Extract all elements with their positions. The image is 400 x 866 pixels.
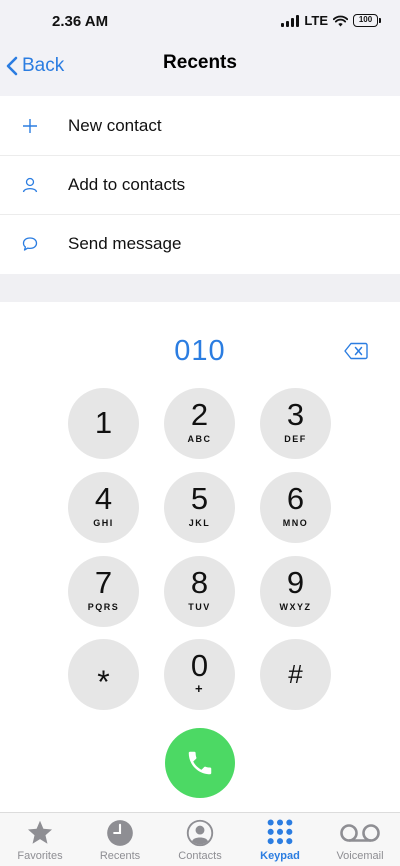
key-digit: *	[97, 664, 110, 700]
key-letters: MNO	[282, 518, 309, 528]
key-3[interactable]: 3 DEF	[260, 388, 331, 459]
key-4[interactable]: 4 GHI	[68, 472, 139, 543]
key-digit: 8	[190, 565, 209, 600]
key-star[interactable]: *	[68, 639, 139, 710]
key-digit: 3	[286, 397, 305, 432]
key-0[interactable]: 0 +	[164, 639, 235, 710]
new-contact-button[interactable]: New contact	[0, 96, 400, 155]
send-message-button[interactable]: Send message	[0, 214, 400, 273]
key-digit: 2	[190, 397, 209, 432]
page-title: Recents	[163, 52, 237, 73]
tab-keypad[interactable]: Keypad	[240, 813, 320, 866]
key-letters: JKL	[188, 518, 211, 528]
tab-label: Voicemail	[336, 850, 384, 862]
status-indicators: LTE 100	[281, 13, 381, 28]
battery-icon: 100	[353, 14, 381, 27]
key-hash[interactable]: #	[260, 639, 331, 710]
tab-label: Recents	[99, 850, 141, 862]
key-digit: #	[288, 659, 303, 689]
key-digit: 7	[94, 565, 113, 600]
tab-favorites[interactable]: Favorites	[0, 813, 80, 866]
key-digit: 5	[190, 481, 209, 516]
key-letters: ABC	[187, 434, 212, 444]
key-digit: 6	[286, 481, 305, 516]
key-5[interactable]: 5 JKL	[164, 472, 235, 543]
status-bar: 2.36 AM LTE 100	[0, 0, 400, 44]
tab-label: Favorites	[17, 850, 63, 862]
star-icon	[25, 818, 55, 848]
tab-contacts[interactable]: Contacts	[160, 813, 240, 866]
key-8[interactable]: 8 TUV	[164, 556, 235, 627]
key-7[interactable]: 7 PQRS	[68, 556, 139, 627]
key-digit: 4	[94, 481, 113, 516]
key-1[interactable]: 1	[68, 388, 139, 459]
tab-voicemail[interactable]: Voicemail	[320, 813, 400, 866]
key-letters: GHI	[93, 518, 114, 528]
tab-recents[interactable]: Recents	[80, 813, 160, 866]
signal-icon	[281, 14, 300, 27]
action-label: Add to contacts	[68, 174, 186, 194]
action-list: New contact Add to contacts Send message	[0, 96, 400, 273]
add-to-contacts-button[interactable]: Add to contacts	[0, 155, 400, 214]
dialed-number: 010	[174, 335, 226, 367]
key-digit: 9	[286, 565, 305, 600]
delete-button[interactable]	[344, 342, 368, 365]
action-label: New contact	[68, 115, 162, 135]
voicemail-icon	[339, 818, 381, 848]
key-2[interactable]: 2 ABC	[164, 388, 235, 459]
backspace-icon	[344, 342, 368, 360]
person-icon	[0, 177, 68, 193]
network-label: LTE	[304, 13, 328, 28]
key-letters: TUV	[188, 602, 211, 612]
tab-label: Keypad	[260, 850, 300, 862]
status-time: 2.36 AM	[52, 13, 109, 30]
nav-bar: Back Recents	[0, 44, 400, 96]
section-divider	[0, 274, 400, 302]
key-letters: DEF	[284, 434, 307, 444]
call-button[interactable]	[165, 728, 235, 798]
plus-icon	[0, 118, 68, 134]
key-9[interactable]: 9 WXYZ	[260, 556, 331, 627]
contact-icon	[186, 818, 214, 848]
key-letters: +	[194, 681, 205, 696]
key-6[interactable]: 6 MNO	[260, 472, 331, 543]
key-letters: WXYZ	[279, 602, 312, 612]
clock-icon	[106, 818, 134, 848]
key-digit: 0	[190, 648, 209, 683]
wifi-icon	[333, 15, 348, 26]
message-bubble-icon	[0, 236, 68, 252]
phone-icon	[188, 751, 212, 775]
action-label: Send message	[68, 233, 182, 253]
key-letters: PQRS	[87, 602, 120, 612]
keypad-icon	[266, 818, 294, 848]
key-digit: 1	[94, 405, 113, 440]
tab-label: Contacts	[178, 850, 222, 862]
tab-bar: Favorites Recents Contacts Keypad Voicem…	[0, 812, 400, 866]
